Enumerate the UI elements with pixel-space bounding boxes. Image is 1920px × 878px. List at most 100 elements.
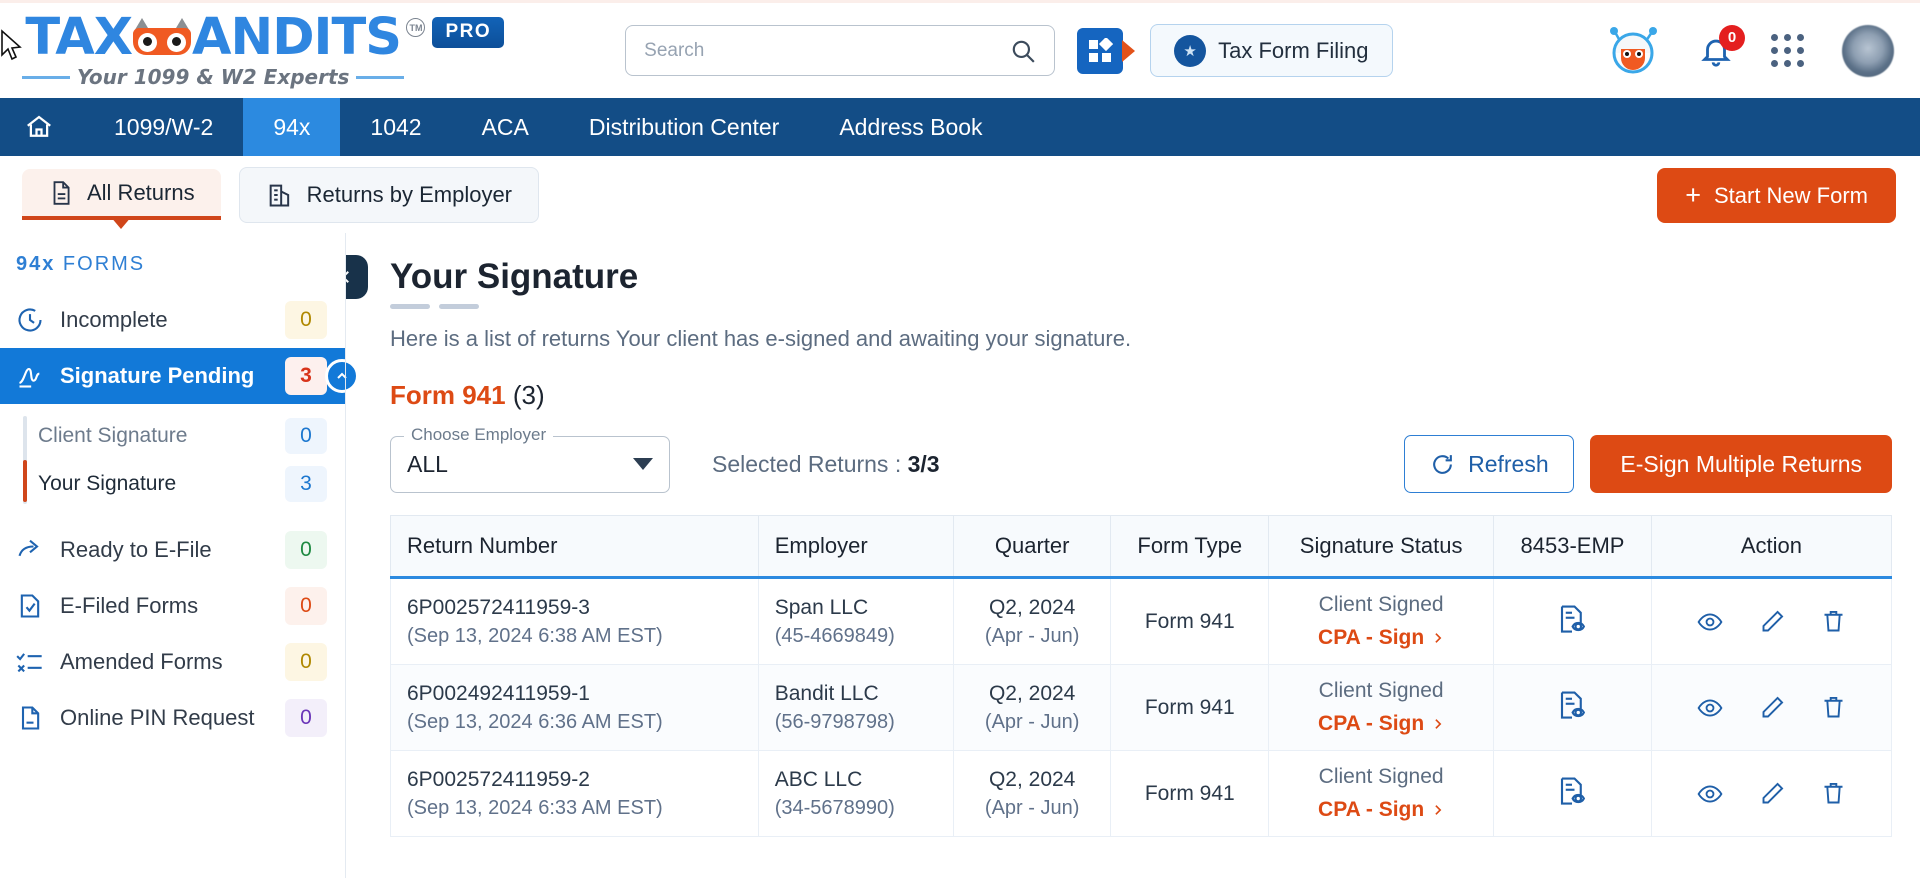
refresh-label: Refresh xyxy=(1468,450,1549,477)
sidebar-subitem-client-signature[interactable]: Client Signature 0 xyxy=(34,412,345,460)
return-date: (Sep 13, 2024 6:36 AM EST) xyxy=(407,710,663,733)
logo-text-right: ANDITS xyxy=(192,8,402,67)
trash-icon[interactable] xyxy=(1820,694,1847,721)
pencil-icon[interactable] xyxy=(1759,780,1786,807)
nav-item-address-book[interactable]: Address Book xyxy=(809,98,1012,156)
search-bar[interactable] xyxy=(625,25,1056,76)
trash-icon[interactable] xyxy=(1820,608,1847,635)
cpa-sign-link[interactable]: CPA - Sign xyxy=(1318,626,1444,650)
nav-label: 1099/W-2 xyxy=(114,113,214,140)
pencil-icon[interactable] xyxy=(1759,694,1786,721)
chevron-right-icon xyxy=(1435,633,1442,643)
sidebar-heading: 94x FORMS xyxy=(0,253,345,276)
col-employer[interactable]: Employer xyxy=(757,515,954,579)
col-action[interactable]: Action xyxy=(1650,515,1893,579)
pencil-icon[interactable] xyxy=(1759,608,1786,635)
nav-item-1042[interactable]: 1042 xyxy=(340,98,451,156)
document-preview-icon[interactable] xyxy=(1557,775,1587,807)
document-preview-icon[interactable] xyxy=(1557,689,1587,721)
table-row[interactable]: 6P002572411959-3 (Sep 13, 2024 6:38 AM E… xyxy=(390,577,1893,665)
sidebar-count-incomplete: 0 xyxy=(285,301,327,339)
table-header-row: Return Number Employer Quarter Form Type… xyxy=(390,515,1893,579)
document-preview-icon[interactable] xyxy=(1557,603,1587,635)
return-number: 6P002572411959-2 xyxy=(407,767,590,791)
eye-icon[interactable] xyxy=(1695,695,1725,721)
refresh-icon xyxy=(1433,454,1452,474)
nav-item-94x[interactable]: 94x xyxy=(243,98,341,156)
col-signature-status[interactable]: Signature Status xyxy=(1268,515,1494,579)
employer-ein: (34-5678990) xyxy=(774,796,895,819)
return-date: (Sep 13, 2024 6:33 AM EST) xyxy=(407,796,663,819)
nine-dots-icon[interactable] xyxy=(1771,34,1804,67)
cpa-sign-label: CPA - Sign xyxy=(1318,626,1425,649)
table-row[interactable]: 6P002572411959-2 (Sep 13, 2024 6:33 AM E… xyxy=(390,750,1893,837)
sidebar-subitem-your-signature[interactable]: Your Signature 3 xyxy=(34,460,345,508)
nav-item-distribution-center[interactable]: Distribution Center xyxy=(559,98,809,156)
sidebar-item-efiled-forms[interactable]: E-Filed Forms 0 xyxy=(0,578,345,634)
brand-logo[interactable]: TAX ANDITS Your 1099 & W2 Experts TM PRO xyxy=(22,8,505,89)
cell-action xyxy=(1650,750,1893,837)
nav-label: 1042 xyxy=(370,113,422,140)
sidebar: 94x FORMS Incomplete 0 Signature Pending… xyxy=(0,233,359,878)
col-quarter[interactable]: Quarter xyxy=(952,515,1111,579)
nav-item-1099-w2[interactable]: 1099/W-2 xyxy=(84,98,243,156)
sidebar-item-incomplete[interactable]: Incomplete 0 xyxy=(0,292,345,348)
quarter-months: (Apr - Jun) xyxy=(984,796,1080,819)
cpa-sign-link[interactable]: CPA - Sign xyxy=(1318,712,1444,736)
sidebar-label-incomplete: Incomplete xyxy=(60,307,168,332)
owl-assistant-glyph xyxy=(1610,26,1657,73)
sidebar-subcount-client-signature: 0 xyxy=(285,418,327,454)
logo-tagline: Your 1099 & W2 Experts xyxy=(22,65,405,89)
cell-return-number: 6P002492411959-1 (Sep 13, 2024 6:36 AM E… xyxy=(390,664,759,751)
clock-icon xyxy=(18,308,42,332)
page-body: 94x FORMS Incomplete 0 Signature Pending… xyxy=(0,233,1920,878)
tab-returns-by-employer[interactable]: Returns by Employer xyxy=(238,166,540,223)
sidebar-item-amended-forms[interactable]: Amended Forms 0 xyxy=(0,634,345,690)
plus-icon: + xyxy=(1685,180,1701,210)
sidebar-item-online-pin-request[interactable]: Online PIN Request 0 xyxy=(0,690,345,746)
cell-action xyxy=(1650,664,1893,751)
cell-quarter: Q2, 2024 (Apr - Jun) xyxy=(952,750,1111,837)
user-avatar-icon[interactable] xyxy=(1842,24,1894,77)
tab-all-returns[interactable]: All Returns xyxy=(22,169,221,229)
chevron-right-icon xyxy=(1435,719,1442,729)
sidebar-collapse-button[interactable] xyxy=(346,255,368,299)
eye-icon[interactable] xyxy=(1695,781,1725,807)
col-form-type[interactable]: Form Type xyxy=(1110,515,1269,579)
quarter: Q2, 2024 xyxy=(988,681,1076,705)
col-return-number[interactable]: Return Number xyxy=(390,515,759,579)
eye-icon[interactable] xyxy=(1695,609,1725,635)
owl-assistant-icon[interactable] xyxy=(1607,26,1661,75)
quarter-months: (Apr - Jun) xyxy=(984,710,1080,733)
sidebar-count-online-pin-request: 0 xyxy=(285,699,327,737)
table-row[interactable]: 6P002492411959-1 (Sep 13, 2024 6:36 AM E… xyxy=(390,664,1893,751)
tax-form-filing-button[interactable]: ★ Tax Form Filing xyxy=(1150,24,1393,77)
col-8453-emp[interactable]: 8453-EMP xyxy=(1493,515,1652,579)
search-icon[interactable] xyxy=(1010,38,1036,64)
esign-multiple-returns-button[interactable]: E-Sign Multiple Returns xyxy=(1590,435,1892,493)
building-icon xyxy=(269,184,289,206)
apps-grid-icon[interactable] xyxy=(1077,27,1124,74)
page-title: Your Signature xyxy=(390,257,639,296)
apps-grid-button[interactable] xyxy=(1077,27,1136,74)
quarter: Q2, 2024 xyxy=(988,595,1076,619)
cell-signature-status: Client Signed CPA - Sign xyxy=(1268,750,1494,837)
cpa-sign-link[interactable]: CPA - Sign xyxy=(1318,798,1444,822)
sidebar-item-signature-pending[interactable]: Signature Pending 3 xyxy=(0,348,359,404)
cell-employer: ABC LLC (34-5678990) xyxy=(757,750,954,837)
row-actions xyxy=(1668,694,1875,721)
notifications-button[interactable]: 0 xyxy=(1699,24,1745,68)
nav-item-home[interactable] xyxy=(0,98,84,156)
sidebar-subcount-your-signature: 3 xyxy=(285,466,327,502)
start-new-form-button[interactable]: + Start New Form xyxy=(1657,168,1896,223)
search-input[interactable] xyxy=(644,39,1011,62)
refresh-button[interactable]: Refresh xyxy=(1404,435,1575,493)
trash-icon[interactable] xyxy=(1820,780,1847,807)
sidebar-item-ready-to-efile[interactable]: Ready to E-File 0 xyxy=(0,522,345,578)
nav-item-aca[interactable]: ACA xyxy=(452,98,559,156)
choose-employer-select[interactable]: Choose Employer ALL xyxy=(390,424,670,493)
tab-row: All Returns Returns by Employer + Start … xyxy=(0,156,1920,233)
sidebar-subgroup-signature: Client Signature 0 Your Signature 3 xyxy=(0,412,345,508)
selected-returns-status: Selected Returns : 3/3 xyxy=(712,451,940,478)
sidebar-count-amended-forms: 0 xyxy=(285,643,327,681)
